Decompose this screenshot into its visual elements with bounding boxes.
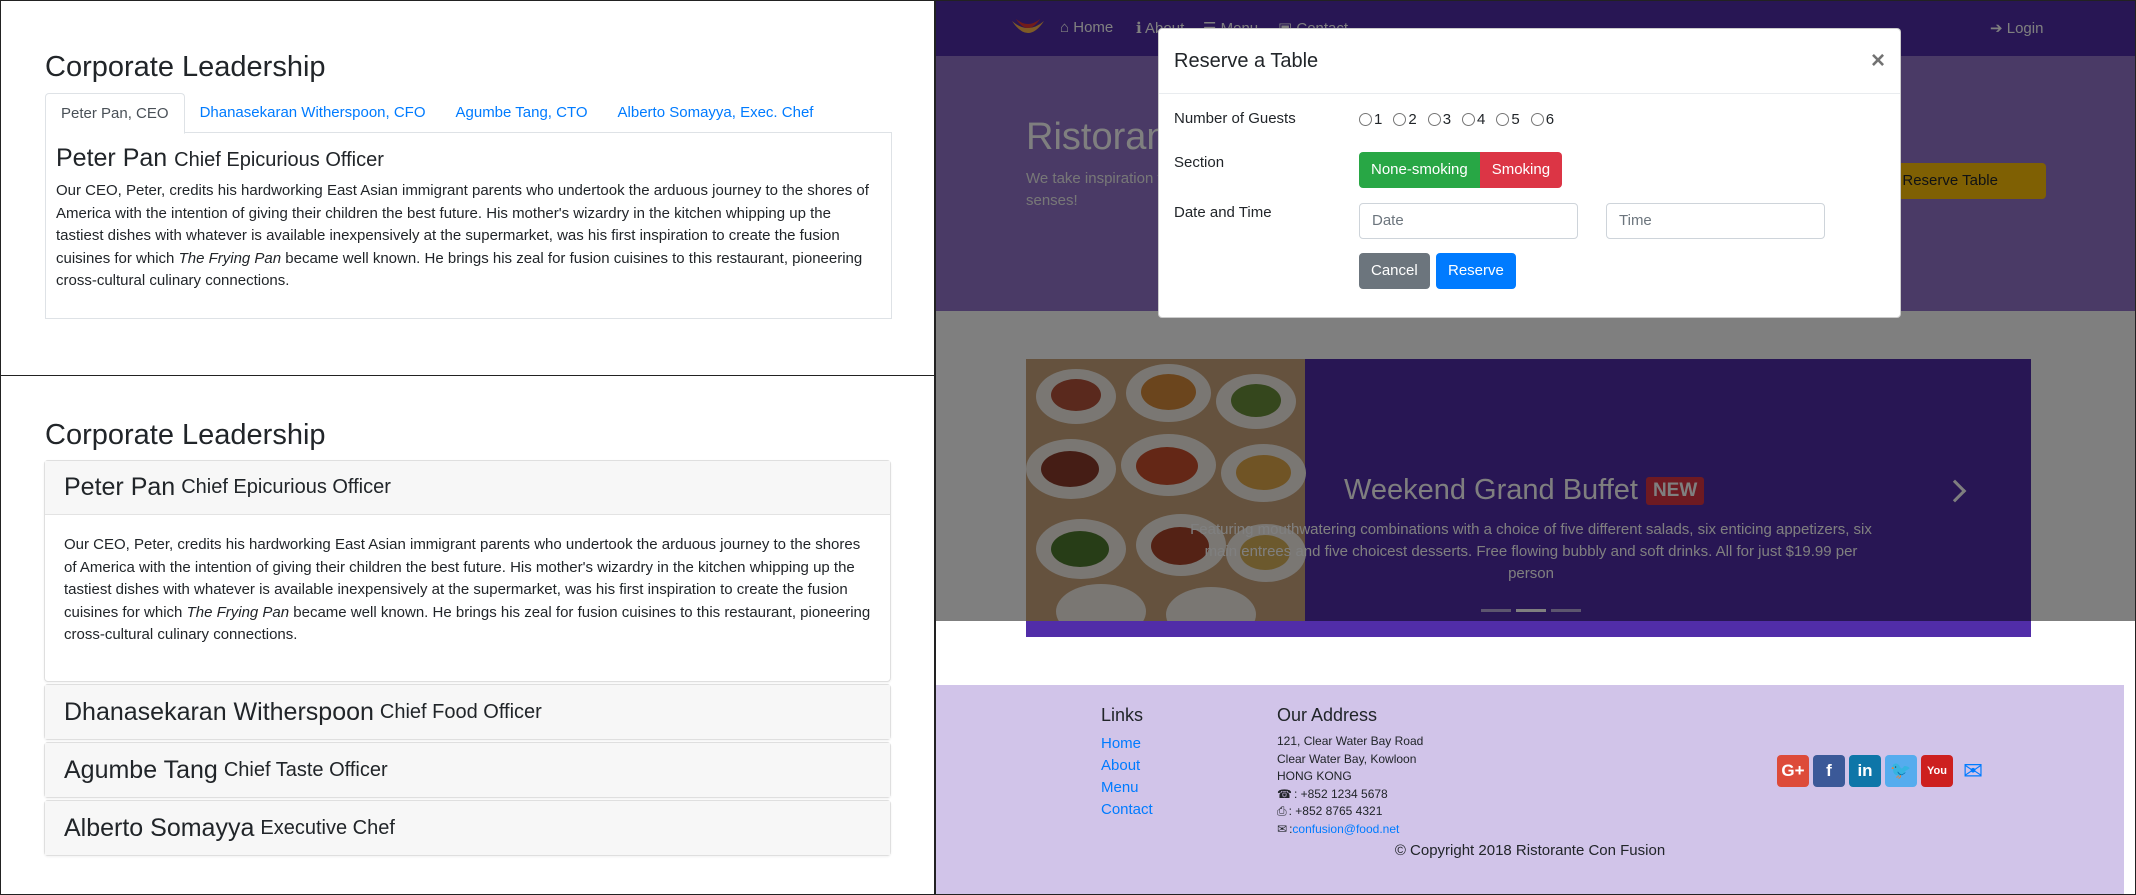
tab-peter-pan[interactable]: Peter Pan, CEO bbox=[45, 93, 185, 134]
datetime-label: Date and Time bbox=[1174, 204, 1272, 221]
copyright: © Copyright 2018 Ristorante Con Fusion bbox=[1394, 842, 1666, 859]
accordion-card-dhanasekaran: Dhanasekaran Witherspoon Chief Food Offi… bbox=[44, 684, 891, 740]
guests-option-4[interactable]: 4 bbox=[1462, 111, 1485, 128]
footer-links-title: Links bbox=[1101, 705, 1144, 725]
guests-label: Number of Guests bbox=[1174, 110, 1296, 127]
leader-accordion: Peter Pan Chief Epicurious Officer Our C… bbox=[44, 460, 891, 858]
leader-heading: Peter Pan Chief Epicurious Officer bbox=[56, 142, 881, 176]
modal-header: Reserve a Table × bbox=[1159, 29, 1900, 94]
section-label: Section bbox=[1174, 154, 1225, 171]
tab-dhanasekaran[interactable]: Dhanasekaran Witherspoon, CFO bbox=[185, 93, 441, 133]
tabs-panel: Corporate Leadership Peter Pan, CEO Dhan… bbox=[0, 0, 935, 376]
radio-button[interactable] bbox=[1359, 113, 1372, 126]
phone-icon: ☎ bbox=[1277, 786, 1292, 801]
fax-icon: ⎙ bbox=[1277, 804, 1287, 819]
leader-designation: Chief Epicurious Officer bbox=[174, 149, 384, 171]
accordion-body-peter-pan: Our CEO, Peter, credits his hardworking … bbox=[64, 536, 871, 643]
radio-button[interactable] bbox=[1427, 113, 1441, 126]
footer-link-menu[interactable]: Menu bbox=[1101, 777, 1153, 799]
accordion-card-alberto: Alberto Somayya Executive Chef bbox=[44, 800, 891, 856]
date-input[interactable]: Date bbox=[1359, 203, 1578, 239]
page-title: Corporate Leadership bbox=[45, 51, 326, 83]
guests-option-2[interactable]: 2 bbox=[1393, 111, 1417, 128]
footer-link-home[interactable]: Home bbox=[1101, 733, 1153, 755]
footer-address-title: Our Address bbox=[1277, 705, 1378, 725]
facebook-icon[interactable]: f bbox=[1813, 755, 1845, 787]
footer-email-link[interactable]: confusion@food.net bbox=[1292, 821, 1399, 839]
radio-button[interactable] bbox=[1462, 113, 1476, 126]
accordion-card-agumbe: Agumbe Tang Chief Taste Officer bbox=[44, 742, 891, 798]
guests-option-6[interactable]: 6 bbox=[1530, 111, 1554, 128]
google-plus-icon[interactable]: G+ bbox=[1777, 755, 1809, 787]
guests-option-5[interactable]: 5 bbox=[1496, 111, 1520, 128]
tab-content: Peter Pan Chief Epicurious Officer Our C… bbox=[45, 132, 892, 319]
accordion-header-dhanasekaran[interactable]: Dhanasekaran Witherspoon Chief Food Offi… bbox=[45, 685, 890, 739]
youtube-icon[interactable]: You bbox=[1921, 755, 1953, 787]
radio-button[interactable] bbox=[1530, 113, 1544, 126]
leader-tabs: Peter Pan, CEO Dhanasekaran Witherspoon,… bbox=[45, 93, 892, 134]
footer-link-about[interactable]: About bbox=[1101, 755, 1153, 777]
accordion-card-peter-pan: Peter Pan Chief Epicurious Officer Our C… bbox=[44, 460, 891, 682]
guests-option-3[interactable]: 3 bbox=[1427, 111, 1451, 128]
modal-title: Reserve a Table bbox=[1174, 49, 1319, 72]
social-links: G+ f in 🐦 You ✉ bbox=[1777, 755, 1989, 787]
guests-option-1[interactable]: 1 bbox=[1359, 111, 1382, 128]
non-smoking-button[interactable]: None-smoking bbox=[1359, 152, 1480, 188]
accordion-header-agumbe[interactable]: Agumbe Tang Chief Taste Officer bbox=[45, 743, 890, 797]
cancel-button[interactable]: Cancel bbox=[1359, 253, 1430, 289]
linkedin-icon[interactable]: in bbox=[1849, 755, 1881, 787]
smoking-button[interactable]: Smoking bbox=[1479, 152, 1563, 188]
accordion-header-alberto[interactable]: Alberto Somayya Executive Chef bbox=[45, 801, 890, 855]
reservation-panel: ⌂ Home ℹ About ☰ Menu ▣ Contact ➔ Login … bbox=[934, 0, 2136, 895]
leader-name: Peter Pan bbox=[56, 144, 168, 172]
footer-links: Links Home About Menu Contact bbox=[1101, 705, 1153, 821]
reserve-table-modal: Reserve a Table × Number of Guests 1 2 3… bbox=[1158, 28, 1901, 318]
footer-address: Our Address 121, Clear Water Bay Road Cl… bbox=[1277, 705, 1423, 839]
section-toggle: None-smoking Smoking bbox=[1359, 152, 1563, 188]
envelope-icon: ✉ bbox=[1277, 821, 1288, 836]
radio-button[interactable] bbox=[1393, 113, 1407, 126]
page-title: Corporate Leadership bbox=[45, 419, 326, 451]
footer-link-contact[interactable]: Contact bbox=[1101, 799, 1153, 821]
accordion-header-peter-pan[interactable]: Peter Pan Chief Epicurious Officer bbox=[45, 461, 890, 515]
radio-button[interactable] bbox=[1496, 113, 1510, 126]
time-input[interactable]: Time bbox=[1606, 203, 1825, 239]
tab-agumbe[interactable]: Agumbe Tang, CTO bbox=[441, 93, 603, 133]
mail-icon[interactable]: ✉ bbox=[1957, 755, 1989, 787]
reserve-button[interactable]: Reserve bbox=[1436, 253, 1516, 289]
tab-alberto[interactable]: Alberto Somayya, Exec. Chef bbox=[603, 93, 829, 133]
footer: Links Home About Menu Contact Our Addres… bbox=[936, 685, 2124, 894]
twitter-icon[interactable]: 🐦 bbox=[1885, 755, 1917, 787]
guests-radio-group: 1 2 3 4 5 6 bbox=[1359, 111, 1554, 128]
close-icon[interactable]: × bbox=[1871, 47, 1885, 75]
leader-description: Our CEO, Peter, credits his hardworking … bbox=[56, 182, 869, 289]
